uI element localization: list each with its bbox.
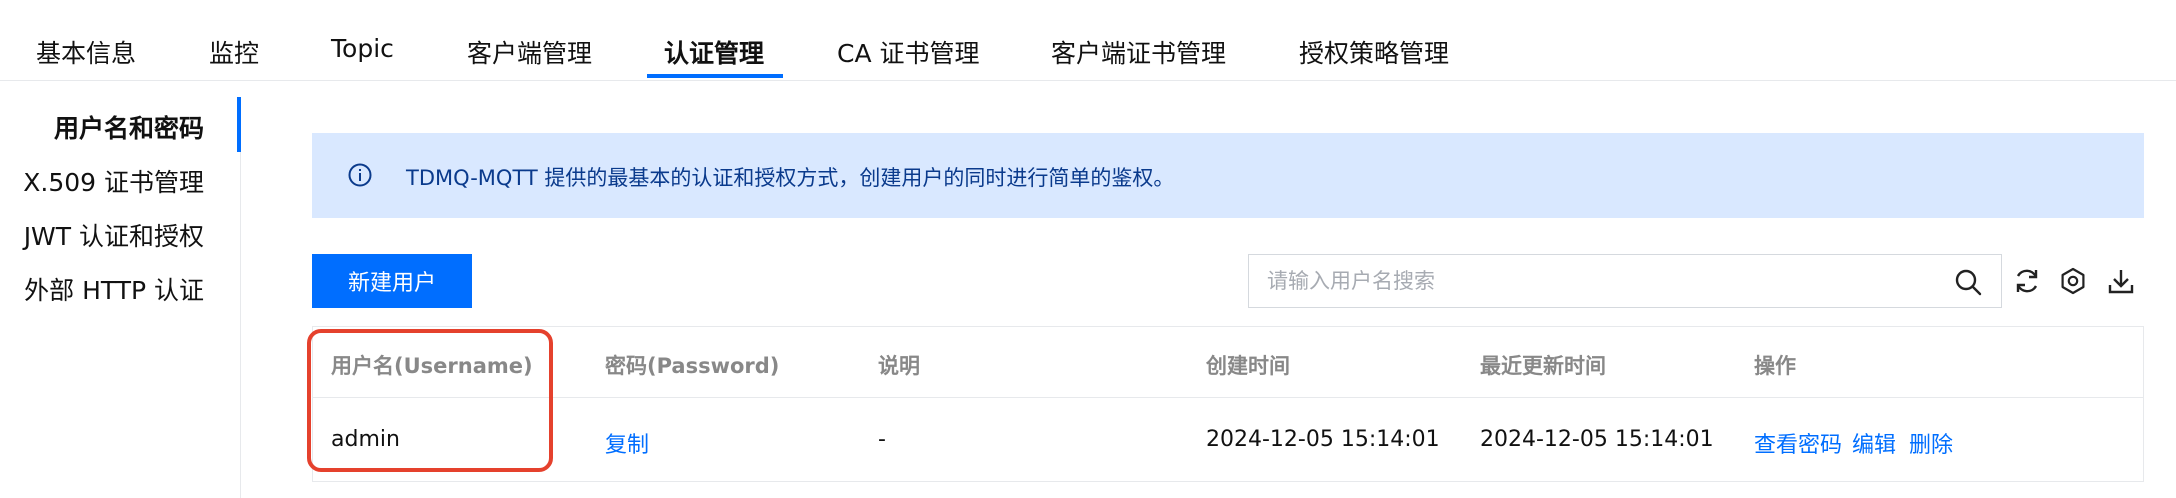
table-row: admin 复制 - 2024-12-05 15:14:01 2024-12-0… — [313, 398, 2143, 482]
delete-link[interactable]: 删除 — [1909, 427, 1953, 459]
refresh-icon[interactable] — [2012, 266, 2042, 296]
new-user-button[interactable]: 新建用户 — [312, 254, 472, 308]
column-password: 密码(Password) — [605, 354, 780, 378]
active-tab-indicator — [647, 74, 783, 78]
column-created-time: 创建时间 — [1206, 354, 1290, 378]
sidebar-item-jwt[interactable]: JWT 认证和授权 — [24, 217, 204, 253]
tab-auth-management[interactable]: 认证管理 — [664, 34, 764, 70]
info-banner-text: TDMQ-MQTT 提供的最基本的认证和授权方式，创建用户的同时进行简单的鉴权。 — [406, 166, 1175, 190]
info-icon — [348, 163, 372, 187]
table-header: 用户名(Username) 密码(Password) 说明 创建时间 最近更新时… — [313, 327, 2143, 398]
tab-client-cert-management[interactable]: 客户端证书管理 — [1051, 34, 1226, 70]
tab-auth-policy-management[interactable]: 授权策略管理 — [1299, 34, 1449, 70]
active-sidebar-indicator — [237, 97, 241, 152]
users-table: 用户名(Username) 密码(Password) 说明 创建时间 最近更新时… — [312, 326, 2144, 482]
copy-password-link[interactable]: 复制 — [605, 427, 649, 459]
sidebar-item-http-auth[interactable]: 外部 HTTP 认证 — [24, 271, 204, 307]
column-actions: 操作 — [1754, 354, 1796, 378]
sidebar-item-username-password[interactable]: 用户名和密码 — [54, 109, 204, 145]
tab-basic-info[interactable]: 基本信息 — [36, 34, 136, 70]
view-password-link[interactable]: 查看密码 — [1754, 427, 1842, 459]
info-banner: TDMQ-MQTT 提供的最基本的认证和授权方式，创建用户的同时进行简单的鉴权。 — [312, 133, 2144, 218]
search-icon[interactable] — [1953, 267, 1983, 297]
column-updated-time: 最近更新时间 — [1480, 354, 1606, 378]
column-description: 说明 — [878, 354, 920, 378]
sidebar-item-x509[interactable]: X.509 证书管理 — [23, 163, 204, 199]
tab-monitor[interactable]: 监控 — [209, 34, 259, 70]
edit-link[interactable]: 编辑 — [1852, 427, 1896, 459]
search-box — [1248, 254, 2002, 308]
tab-ca-cert-management[interactable]: CA 证书管理 — [837, 34, 980, 70]
settings-icon[interactable] — [2058, 266, 2088, 296]
description-cell: - — [878, 427, 886, 452]
updated-time-cell: 2024-12-05 15:14:01 — [1480, 427, 1714, 452]
search-input[interactable] — [1267, 267, 1927, 295]
tab-topic[interactable]: Topic — [331, 34, 394, 63]
tab-client-management[interactable]: 客户端管理 — [467, 34, 592, 70]
download-icon[interactable] — [2106, 266, 2136, 296]
username-highlight-box — [307, 329, 553, 472]
top-tabs: 基本信息 监控 Topic 客户端管理 认证管理 CA 证书管理 客户端证书管理… — [0, 0, 2176, 81]
created-time-cell: 2024-12-05 15:14:01 — [1206, 427, 1440, 452]
auth-sidebar: 用户名和密码 X.509 证书管理 JWT 认证和授权 外部 HTTP 认证 — [0, 97, 241, 498]
